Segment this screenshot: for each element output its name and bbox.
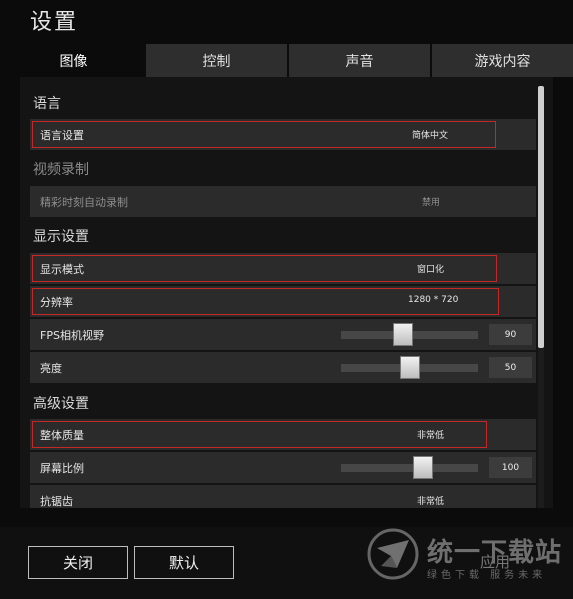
setting-row-language[interactable]: 语言设置 简体中文 xyxy=(30,119,536,150)
slider-thumb[interactable] xyxy=(413,456,434,479)
fov-value-box[interactable]: 90 xyxy=(489,324,532,345)
setting-label: 抗锯齿 xyxy=(40,495,73,508)
setting-value: 窗口化 xyxy=(417,265,445,275)
setting-value: 简体中文 xyxy=(412,131,449,141)
setting-row-display-mode[interactable]: 显示模式 窗口化 xyxy=(30,253,536,284)
setting-label: 分辨率 xyxy=(40,296,73,309)
setting-label: 显示模式 xyxy=(40,263,84,276)
scrollbar[interactable] xyxy=(538,86,544,508)
settings-panel: 语言 语言设置 简体中文 视频录制 精彩时刻自动录制 禁用 显示设置 显示模式 … xyxy=(20,77,553,508)
setting-label: 语言设置 xyxy=(40,129,84,142)
section-title-display: 显示设置 xyxy=(33,229,89,245)
setting-row-brightness: 亮度 50 xyxy=(30,352,536,383)
slider-thumb[interactable] xyxy=(399,356,420,379)
scrollbar-thumb[interactable] xyxy=(538,86,544,348)
setting-row-fov: FPS相机视野 90 xyxy=(30,319,536,350)
tab-graphics[interactable]: 图像 xyxy=(3,44,146,77)
setting-value: 非常低 xyxy=(417,497,445,507)
setting-label: FPS相机视野 xyxy=(40,329,104,342)
tab-bar: 图像 控制 声音 游戏内容 xyxy=(3,44,573,77)
setting-label: 屏幕比例 xyxy=(40,462,84,475)
brightness-slider[interactable] xyxy=(341,356,478,379)
watermark-logo-icon xyxy=(367,528,419,580)
setting-value: 非常低 xyxy=(417,431,445,441)
settings-window: 设置 图像 控制 声音 游戏内容 语言 语言设置 简体中文 视频录制 精彩时刻自… xyxy=(0,0,573,599)
slider-thumb[interactable] xyxy=(392,323,413,346)
fov-slider[interactable] xyxy=(341,323,478,346)
screen-scale-slider[interactable] xyxy=(341,456,478,479)
setting-label: 亮度 xyxy=(40,362,62,375)
tab-game-content[interactable]: 游戏内容 xyxy=(432,44,573,77)
brightness-value-box[interactable]: 50 xyxy=(489,357,532,378)
close-button[interactable]: 关闭 xyxy=(28,546,128,579)
setting-row-quality[interactable]: 整体质量 非常低 xyxy=(30,419,536,450)
window-title: 设置 xyxy=(30,10,79,35)
watermark-subtitle: 绿色下载 服务未来 xyxy=(427,570,547,581)
section-title-video: 视频录制 xyxy=(33,162,89,178)
section-title-language: 语言 xyxy=(33,96,61,112)
tab-sound[interactable]: 声音 xyxy=(289,44,432,77)
setting-label: 整体质量 xyxy=(40,429,84,442)
setting-row-antialias[interactable]: 抗锯齿 非常低 xyxy=(30,485,536,508)
setting-row-screen-scale: 屏幕比例 100 xyxy=(30,452,536,483)
setting-row-resolution[interactable]: 分辨率 1280 * 720 xyxy=(30,286,536,317)
tab-controls[interactable]: 控制 xyxy=(146,44,289,77)
setting-label: 精彩时刻自动录制 xyxy=(40,196,128,209)
setting-value: 禁用 xyxy=(422,198,441,208)
default-button[interactable]: 默认 xyxy=(134,546,234,579)
section-title-advanced: 高级设置 xyxy=(33,396,89,412)
setting-value: 1280 * 720 xyxy=(408,295,459,305)
setting-row-highlight-recording[interactable]: 精彩时刻自动录制 禁用 xyxy=(30,186,536,217)
screen-scale-value-box[interactable]: 100 xyxy=(489,457,532,478)
watermark-title: 统一下载站 xyxy=(427,538,563,568)
